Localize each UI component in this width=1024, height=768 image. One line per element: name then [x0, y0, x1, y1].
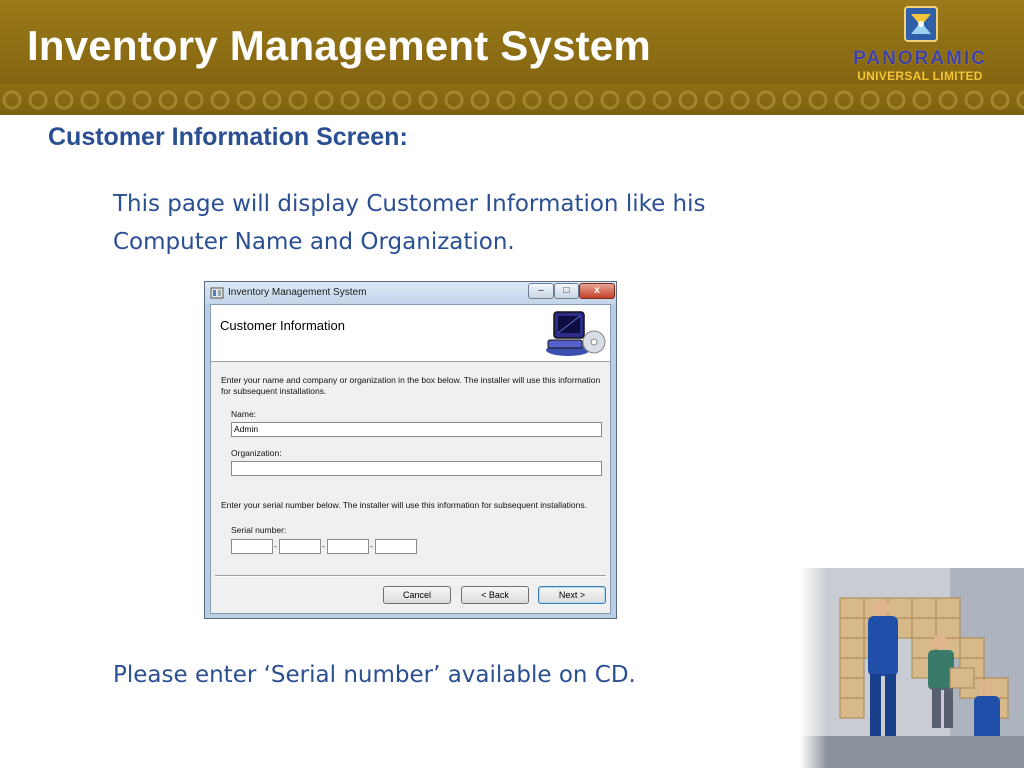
- name-input[interactable]: Admin: [231, 422, 602, 437]
- serial-separator: -: [370, 541, 373, 551]
- serial-separator: -: [274, 541, 277, 551]
- organization-input[interactable]: [231, 461, 602, 476]
- window-titlebar[interactable]: Inventory Management System – □ x: [205, 282, 616, 304]
- company-logo: PANORAMIC UNIVERSAL LIMITED: [840, 4, 1000, 84]
- computer-disk-icon: [546, 311, 606, 356]
- section-heading: Customer Information Screen:: [48, 123, 408, 151]
- banner-pattern: [0, 84, 1024, 115]
- organization-label: Organization:: [231, 448, 282, 458]
- logo-text-panoramic: PANORAMIC: [853, 48, 987, 69]
- button-divider: [215, 575, 606, 577]
- dialog-title: Customer Information: [220, 318, 345, 333]
- window-title: Inventory Management System: [228, 287, 367, 298]
- serial-input-4[interactable]: [375, 539, 417, 554]
- cancel-button[interactable]: Cancel: [383, 586, 451, 604]
- next-button[interactable]: Next >: [538, 586, 606, 604]
- back-button[interactable]: < Back: [461, 586, 529, 604]
- serial-label: Serial number:: [231, 525, 287, 535]
- section-description: This page will display Customer Informat…: [113, 191, 706, 255]
- serial-input-3[interactable]: [327, 539, 369, 554]
- serial-input-1[interactable]: [231, 539, 273, 554]
- warehouse-workers-photo: [800, 568, 1024, 768]
- logo-text-universal: UNIVERSAL LIMITED: [857, 69, 983, 83]
- serial-intro-text: Enter your serial number below. The inst…: [221, 500, 587, 510]
- installer-app-icon: [210, 287, 224, 299]
- installer-window: Inventory Management System – □ x Custom…: [204, 281, 617, 619]
- header-banner: Inventory Management System PANORAMIC UN…: [0, 0, 1024, 115]
- serial-input-2[interactable]: [279, 539, 321, 554]
- page-title: Inventory Management System: [27, 22, 651, 69]
- logo-emblem-icon: [904, 6, 938, 42]
- serial-note: Please enter ‘Serial number’ available o…: [113, 662, 636, 688]
- close-button[interactable]: x: [579, 283, 615, 299]
- window-content: Customer Information Enter your name and…: [210, 304, 611, 614]
- serial-separator: -: [322, 541, 325, 551]
- intro-text: Enter your name and company or organizat…: [221, 375, 601, 396]
- maximize-button[interactable]: □: [554, 283, 579, 299]
- minimize-button[interactable]: –: [528, 283, 554, 299]
- name-label: Name:: [231, 409, 257, 419]
- dialog-header: Customer Information: [211, 305, 610, 362]
